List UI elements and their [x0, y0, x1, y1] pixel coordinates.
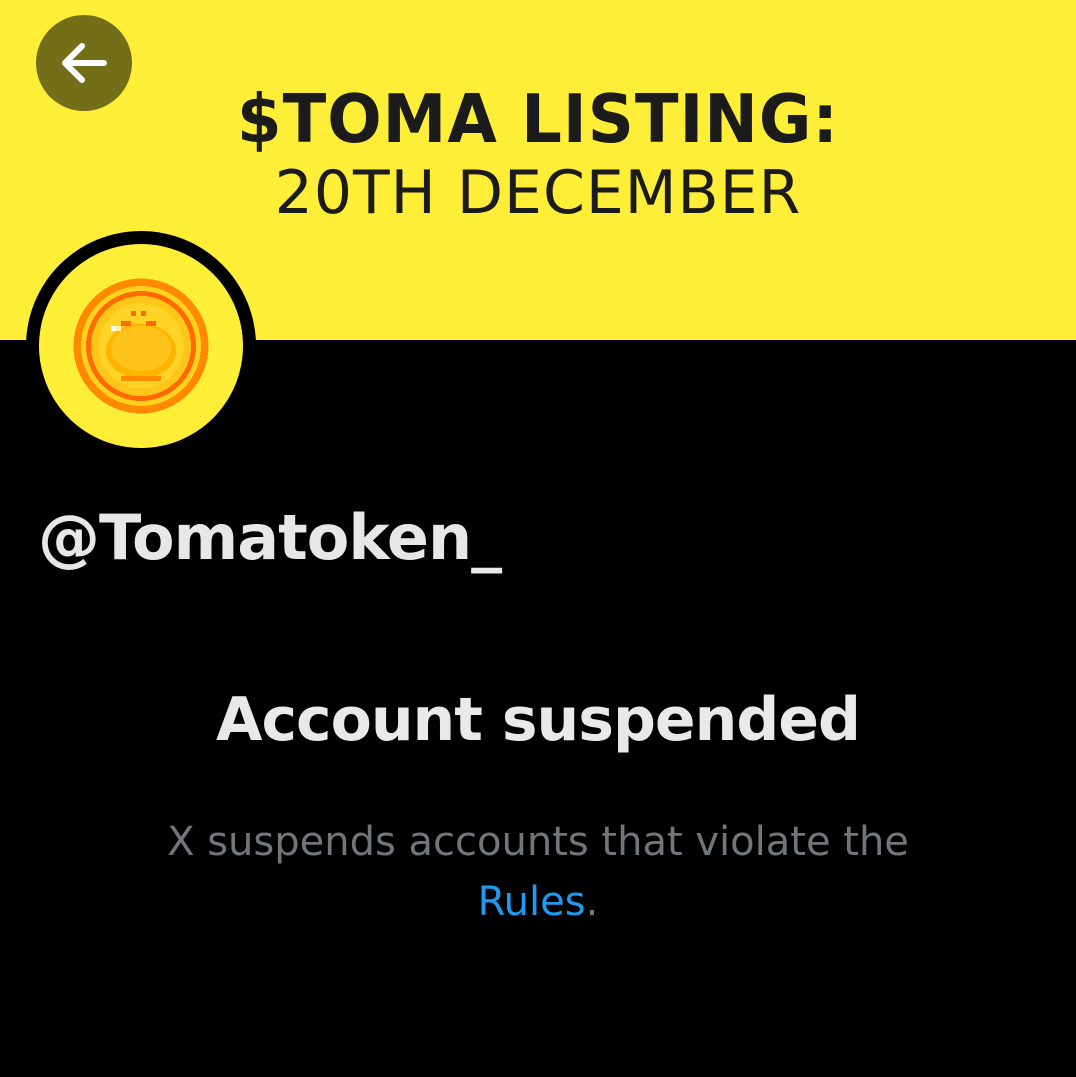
banner-text: $TOMA LISTING: 20TH DECEMBER: [0, 81, 1076, 228]
avatar-image: [39, 244, 243, 448]
banner-date: 20TH DECEMBER: [274, 158, 802, 228]
banner-headline: $TOMA LISTING:: [237, 81, 839, 159]
suspended-title: Account suspended: [216, 685, 861, 755]
suspended-description-text: X suspends accounts that violate the: [167, 819, 909, 865]
profile-handle: @Tomatoken_: [38, 501, 502, 574]
rules-trailing-period: .: [585, 879, 599, 925]
suspended-description: X suspends accounts that violate the Rul…: [138, 812, 938, 932]
avatar[interactable]: [26, 231, 256, 461]
back-button[interactable]: [36, 15, 132, 111]
rules-link[interactable]: Rules: [478, 879, 586, 925]
pixel-coin-icon: [73, 278, 209, 414]
arrow-left-icon: [62, 43, 107, 83]
